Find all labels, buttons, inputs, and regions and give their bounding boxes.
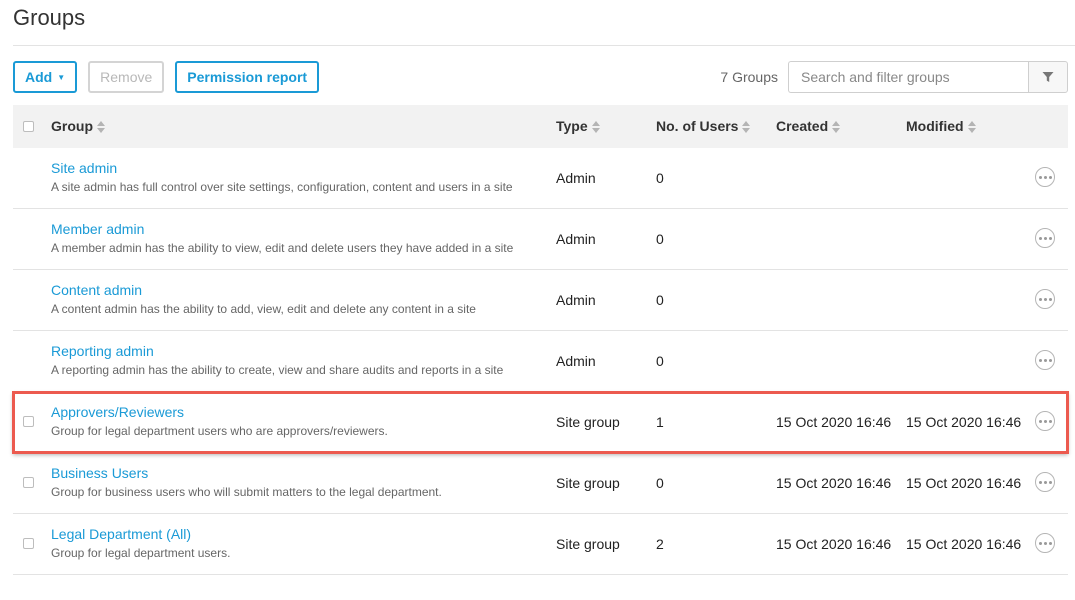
- column-header-label: Created: [776, 118, 829, 134]
- group-type: Site group: [556, 536, 620, 552]
- group-description: Group for business users who will submit…: [51, 485, 442, 499]
- column-header-modified[interactable]: Modified: [906, 105, 977, 148]
- group-type: Site group: [556, 475, 620, 491]
- table-row[interactable]: Legal Department (All) Group for legal de…: [13, 514, 1068, 575]
- group-description: Group for legal department users who are…: [51, 424, 388, 438]
- column-header-label: Type: [556, 118, 588, 134]
- created-date: 15 Oct 2020 16:46: [776, 475, 892, 491]
- group-type: Site group: [556, 414, 620, 430]
- group-description: A site admin has full control over site …: [51, 180, 513, 194]
- more-options-icon: [1038, 541, 1052, 545]
- groups-table: Group Type No. of Users Created Modified…: [12, 105, 1069, 575]
- row-checkbox[interactable]: [23, 538, 34, 549]
- column-header-label: Modified: [906, 118, 964, 134]
- group-name-link[interactable]: Site admin: [51, 160, 117, 176]
- group-description: A member admin has the ability to view, …: [51, 241, 514, 255]
- created-date: 15 Oct 2020 16:46: [776, 536, 892, 552]
- more-options-icon: [1038, 358, 1052, 362]
- user-count: 0: [656, 353, 664, 369]
- column-header-created[interactable]: Created: [776, 105, 841, 148]
- group-type: Admin: [556, 353, 596, 369]
- column-header-label: No. of Users: [656, 118, 739, 134]
- group-description: A reporting admin has the ability to cre…: [51, 363, 504, 377]
- group-type: Admin: [556, 231, 596, 247]
- group-name-link[interactable]: Approvers/Reviewers: [51, 404, 184, 420]
- modified-date: 15 Oct 2020 16:46: [906, 536, 1022, 552]
- table-row[interactable]: Content admin A content admin has the abi…: [13, 270, 1068, 331]
- group-count: 7 Groups: [720, 69, 778, 85]
- group-name-link[interactable]: Content admin: [51, 282, 142, 298]
- select-all-checkbox[interactable]: [23, 121, 34, 132]
- group-type: Admin: [556, 170, 596, 186]
- table-body: Site admin A site admin has full control …: [12, 148, 1069, 575]
- toolbar: Add ▼ Remove Permission report: [13, 61, 320, 93]
- user-count: 0: [656, 475, 664, 491]
- table-row[interactable]: Site admin A site admin has full control …: [13, 148, 1068, 209]
- user-count: 0: [656, 170, 664, 186]
- caret-down-icon: ▼: [57, 72, 66, 82]
- search-bar: [788, 61, 1068, 93]
- page-title: Groups: [13, 5, 86, 30]
- more-options-button[interactable]: [1035, 228, 1055, 248]
- group-name-link[interactable]: Reporting admin: [51, 343, 154, 359]
- user-count: 0: [656, 231, 664, 247]
- title-divider: [13, 45, 1075, 46]
- group-description: Group for legal department users.: [51, 546, 231, 560]
- column-header-users[interactable]: No. of Users: [656, 105, 751, 148]
- user-count: 0: [656, 292, 664, 308]
- search-input[interactable]: [788, 61, 1029, 93]
- remove-button[interactable]: Remove: [88, 61, 165, 93]
- table-row[interactable]: Member admin A member admin has the abili…: [13, 209, 1068, 270]
- modified-date: 15 Oct 2020 16:46: [906, 414, 1022, 430]
- user-count: 2: [656, 536, 664, 552]
- more-options-icon: [1038, 480, 1052, 484]
- sort-icon: [742, 121, 751, 134]
- sort-icon: [97, 121, 106, 134]
- group-description: A content admin has the ability to add, …: [51, 302, 476, 316]
- created-date: 15 Oct 2020 16:46: [776, 414, 892, 430]
- column-header-group[interactable]: Group: [51, 105, 106, 148]
- table-header: Group Type No. of Users Created Modified: [13, 105, 1068, 148]
- group-name-link[interactable]: Business Users: [51, 465, 148, 481]
- row-checkbox[interactable]: [23, 416, 34, 427]
- user-count: 1: [656, 414, 664, 430]
- add-button[interactable]: Add ▼: [13, 61, 78, 93]
- filter-icon: [1042, 72, 1054, 82]
- more-options-button[interactable]: [1035, 167, 1055, 187]
- more-options-button[interactable]: [1035, 411, 1055, 431]
- more-options-icon: [1038, 175, 1052, 179]
- more-options-button[interactable]: [1035, 350, 1055, 370]
- row-checkbox[interactable]: [23, 477, 34, 488]
- group-type: Admin: [556, 292, 596, 308]
- more-options-button[interactable]: [1035, 533, 1055, 553]
- column-header-type[interactable]: Type: [556, 105, 601, 148]
- table-row[interactable]: Approvers/Reviewers Group for legal depar…: [12, 391, 1069, 454]
- sort-icon: [591, 121, 601, 134]
- group-name-link[interactable]: Member admin: [51, 221, 144, 237]
- more-options-button[interactable]: [1035, 472, 1055, 492]
- sort-icon: [967, 121, 977, 134]
- table-row[interactable]: Business Users Group for business users w…: [13, 453, 1068, 514]
- filter-button[interactable]: [1028, 61, 1068, 93]
- more-options-button[interactable]: [1035, 289, 1055, 309]
- add-button-label: Add: [25, 69, 53, 85]
- more-options-icon: [1038, 297, 1052, 301]
- group-name-link[interactable]: Legal Department (All): [51, 526, 191, 542]
- more-options-icon: [1038, 236, 1052, 240]
- permission-report-button[interactable]: Permission report: [175, 61, 320, 93]
- column-header-label: Group: [51, 118, 93, 134]
- modified-date: 15 Oct 2020 16:46: [906, 475, 1022, 491]
- more-options-icon: [1038, 419, 1052, 423]
- sort-icon: [832, 121, 841, 134]
- table-row[interactable]: Reporting admin A reporting admin has the…: [13, 331, 1068, 392]
